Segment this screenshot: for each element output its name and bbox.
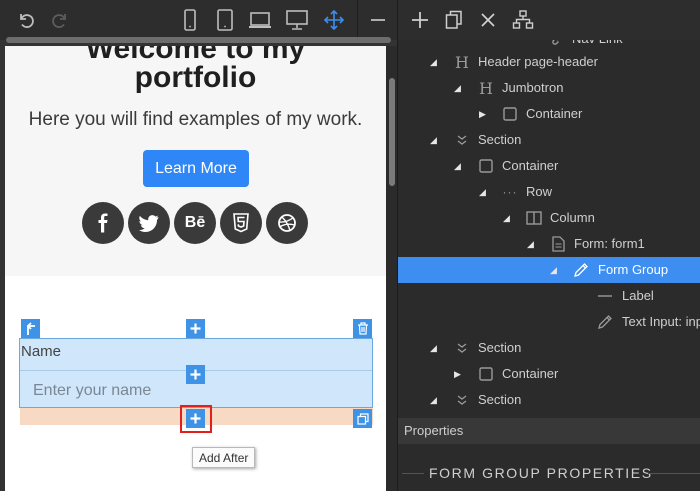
vertical-scrollbar[interactable]	[389, 78, 395, 186]
chevron-icon	[453, 339, 471, 357]
expand-toggle-icon[interactable]: ◢	[527, 239, 537, 249]
tree-item-column[interactable]: ◢ Column	[398, 205, 700, 231]
dash-icon	[596, 287, 614, 305]
close-icon[interactable]	[476, 8, 500, 32]
form-label: Name	[21, 343, 62, 360]
tree-item-jumbotron[interactable]: ◢ H Jumbotron	[398, 75, 700, 101]
square-icon	[501, 105, 519, 123]
html5-icon[interactable]	[220, 202, 262, 244]
move-icon[interactable]	[322, 8, 346, 32]
expand-toggle-icon[interactable]: ◢	[479, 187, 489, 197]
add-before-button[interactable]	[186, 319, 205, 338]
expand-toggle-icon[interactable]: ◢	[430, 343, 440, 353]
tree-item-label: Container	[502, 366, 559, 381]
tree-item-label: Jumbotron	[502, 80, 564, 95]
tree-item-container[interactable]: ▶ Container	[398, 101, 700, 127]
dribbble-icon[interactable]	[266, 202, 308, 244]
properties-header[interactable]: Properties	[398, 418, 700, 444]
properties-section-title: FORM GROUP PROPERTIES	[429, 465, 653, 481]
tree-item-label: Section	[478, 132, 522, 147]
tree-item-text-input[interactable]: Text Input: inp	[398, 309, 700, 335]
minimize-icon[interactable]	[366, 8, 390, 32]
heading-icon: H	[479, 78, 493, 98]
plus-icon[interactable]	[408, 8, 432, 32]
preview-pane: Welcome to my portfolio Here you will fi…	[0, 0, 397, 491]
expand-toggle-icon[interactable]: ◢	[430, 57, 440, 67]
phone-icon[interactable]	[178, 8, 202, 32]
tree-item-container[interactable]: ▶ Container	[398, 361, 700, 387]
tree-item-label: Form: form1	[574, 236, 645, 251]
add-after-tooltip: Add After	[192, 447, 256, 468]
undo-icon[interactable]	[14, 8, 38, 32]
expand-toggle-icon[interactable]: ◢	[503, 213, 513, 223]
column-icon	[525, 209, 543, 227]
jumbotron[interactable]: Welcome to my portfolio Here you will fi…	[5, 46, 386, 276]
title-rule-right	[648, 473, 700, 474]
app-window: Welcome to my portfolio Here you will fi…	[0, 0, 700, 491]
highlight-box	[180, 405, 212, 433]
dots-icon: ···	[502, 185, 518, 199]
tree-item-label: Header page-header	[478, 54, 598, 69]
toolbar-divider	[357, 0, 358, 40]
add-inside-button[interactable]	[186, 365, 205, 384]
tree-item-form-group[interactable]: ◢ Form Group	[398, 257, 700, 283]
select-parent-icon[interactable]	[21, 319, 40, 338]
tree-item-container[interactable]: ◢ Container	[398, 153, 700, 179]
tree-item-header[interactable]: ◢ H Header page-header	[398, 49, 700, 75]
tree-item-label: Container	[526, 106, 583, 121]
facebook-icon[interactable]	[82, 202, 124, 244]
chevron-icon	[453, 391, 471, 409]
expand-toggle-icon[interactable]: ▶	[454, 369, 464, 379]
laptop-icon[interactable]	[248, 8, 272, 32]
delete-icon[interactable]	[353, 319, 372, 338]
square-icon	[477, 365, 495, 383]
name-input[interactable]: Enter your name	[33, 382, 151, 400]
title-rule-left	[402, 473, 424, 474]
pencil-icon	[596, 313, 614, 331]
copy-icon[interactable]	[442, 8, 466, 32]
expand-toggle-icon[interactable]: ◢	[430, 135, 440, 145]
jumbotron-lead: Here you will find examples of my work.	[28, 109, 363, 130]
preview-toolbar	[0, 0, 397, 40]
file-icon	[549, 235, 567, 253]
learn-more-button[interactable]: Learn More	[143, 150, 249, 187]
redo-icon[interactable]	[48, 8, 72, 32]
behance-icon[interactable]: Bē	[174, 202, 216, 244]
jumbotron-title-line2: portfolio	[134, 61, 257, 94]
tree-item-label: Column	[550, 210, 595, 225]
expand-toggle-icon[interactable]: ◢	[550, 265, 560, 275]
properties-section: FORM GROUP PROPERTIES	[398, 460, 700, 486]
overview-toolbar	[398, 0, 700, 40]
tree-item-section[interactable]: ◢ Section	[398, 335, 700, 361]
sitemap-icon[interactable]	[511, 8, 535, 32]
expand-toggle-icon[interactable]: ◢	[454, 83, 464, 93]
tree-item-label: Section	[478, 340, 522, 355]
tree-item-label-element[interactable]: Label	[398, 283, 700, 309]
tree-item-label: Text Input: inp	[622, 314, 700, 329]
expand-toggle-icon[interactable]: ▶	[479, 109, 489, 119]
square-icon	[477, 157, 495, 175]
page-canvas: Welcome to my portfolio Here you will fi…	[5, 46, 386, 491]
expand-toggle-icon[interactable]: ◢	[430, 395, 440, 405]
tablet-icon[interactable]	[213, 8, 237, 32]
tree-item-label: Row	[526, 184, 553, 199]
chevron-icon	[453, 131, 471, 149]
tree-item-label: Form Group	[598, 262, 669, 277]
duplicate-icon[interactable]	[353, 409, 372, 428]
horizontal-scrollbar[interactable]	[6, 37, 391, 43]
pencil-icon	[572, 261, 590, 279]
expand-toggle-icon[interactable]: ◢	[454, 161, 464, 171]
tree-item-label: Label	[622, 288, 654, 303]
tree-item-form[interactable]: ◢ Form: form1	[398, 231, 700, 257]
tree-item-section[interactable]: ◢ Section	[398, 127, 700, 153]
desktop-icon[interactable]	[285, 8, 309, 32]
tree-item-row[interactable]: ◢ ··· Row	[398, 179, 700, 205]
tree-item-section[interactable]: ◢ Section	[398, 387, 700, 409]
heading-icon: H	[455, 52, 469, 72]
tree-item-label: Container	[502, 158, 559, 173]
overview-panel: Nav Link ◢ H Header page-header ◢ H Jumb…	[397, 0, 700, 491]
tree-item-label: Section	[478, 392, 522, 407]
twitter-icon[interactable]	[128, 202, 170, 244]
element-tree: Nav Link ◢ H Header page-header ◢ H Jumb…	[398, 23, 700, 409]
